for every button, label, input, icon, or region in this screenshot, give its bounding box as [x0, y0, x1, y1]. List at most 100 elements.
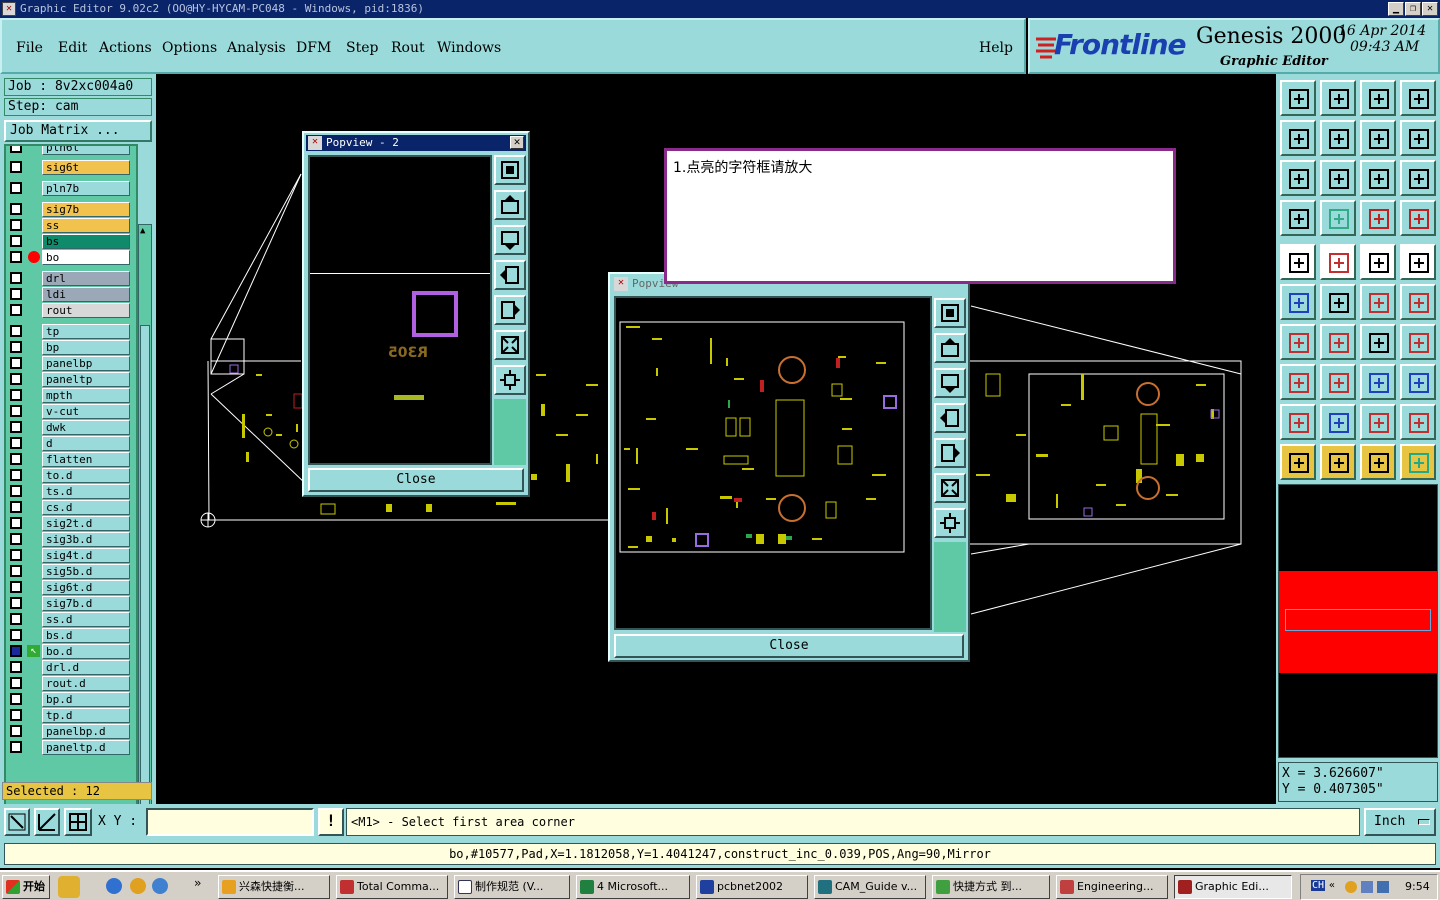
task-3[interactable]: 制作规范 (V...	[454, 875, 570, 899]
task-7[interactable]: 快捷方式 到...	[932, 875, 1050, 899]
layer-checkbox[interactable]	[10, 677, 22, 689]
quicklaunch-more-icon[interactable]: »	[194, 876, 201, 890]
layer-row[interactable]: ↖ bo.d	[8, 644, 130, 659]
ruler-tool-button[interactable]	[1360, 244, 1396, 280]
layer-name[interactable]: sig6t	[42, 160, 130, 175]
layer-row[interactable]: dwk	[8, 420, 130, 435]
layer-checkbox[interactable]	[10, 288, 22, 300]
route-tool-button[interactable]	[1400, 444, 1436, 480]
select-tool-button[interactable]	[1280, 244, 1316, 280]
layer-row[interactable]: bs	[8, 234, 130, 249]
layer-checkbox[interactable]	[10, 453, 22, 465]
overview-view-rect[interactable]	[1285, 609, 1431, 631]
layer-name[interactable]: sig6t.d	[42, 580, 130, 595]
add-pad-tool-button[interactable]	[1400, 284, 1436, 320]
layer-checkbox[interactable]	[10, 725, 22, 737]
layer-checkbox[interactable]	[10, 549, 22, 561]
layer-name[interactable]: ss.d	[42, 612, 130, 627]
tray-display-icon[interactable]	[1377, 881, 1389, 893]
layer-name[interactable]: to.d	[42, 468, 130, 483]
close-window-button[interactable]: ✕	[1422, 2, 1438, 16]
layer-checkbox[interactable]	[10, 357, 22, 369]
layer-checkbox[interactable]	[10, 161, 22, 173]
layer-checkbox[interactable]	[10, 565, 22, 577]
menu-options[interactable]: Options	[162, 40, 217, 56]
task-5[interactable]: pcbnet2002	[696, 875, 808, 899]
query-button[interactable]	[1400, 160, 1436, 196]
menu-step[interactable]: Step	[346, 40, 378, 56]
layer-name[interactable]: rout	[42, 303, 130, 318]
layer-name[interactable]: paneltp	[42, 372, 130, 387]
zoom-house-button[interactable]	[1360, 80, 1396, 116]
layer-name[interactable]: d	[42, 436, 130, 451]
layer-name[interactable]: pln7b	[42, 181, 130, 196]
popview-3-close-button[interactable]: Close	[614, 634, 964, 658]
task-4[interactable]: 4 Microsoft...	[576, 875, 690, 899]
zoom-home-button[interactable]	[1280, 80, 1316, 116]
pad-tool-button[interactable]	[1360, 284, 1396, 320]
outline-tool-button[interactable]	[1320, 404, 1356, 440]
job-matrix-button[interactable]: Job Matrix ...	[4, 120, 152, 142]
layer-row[interactable]: ts.d	[8, 484, 130, 499]
layer-name[interactable]: paneltp.d	[42, 740, 130, 755]
layer-name[interactable]: v-cut	[42, 404, 130, 419]
layer-name[interactable]: ts.d	[42, 484, 130, 499]
layer-row[interactable]: bs.d	[8, 628, 130, 643]
layer-name[interactable]: drl.d	[42, 660, 130, 675]
popview-3-window[interactable]: ✕ Popview Close	[608, 272, 970, 662]
tray-network-icon[interactable]	[1361, 881, 1373, 893]
measure-button[interactable]	[34, 808, 60, 836]
layer-row[interactable]: sig7b.d	[8, 596, 130, 611]
layer-checkbox[interactable]	[10, 182, 22, 194]
layer-name[interactable]: bs	[42, 234, 130, 249]
layer-row[interactable]: mpth	[8, 388, 130, 403]
quicklaunch-browser-icon[interactable]	[152, 878, 168, 894]
layer-name[interactable]: sig4t.d	[42, 548, 130, 563]
layer-checkbox[interactable]	[10, 219, 22, 231]
layer-checkbox[interactable]	[10, 389, 22, 401]
layer-row[interactable]: sig3b.d	[8, 532, 130, 547]
alert-button[interactable]: !	[318, 808, 344, 836]
pan-up-button[interactable]	[494, 190, 526, 220]
layer-checkbox[interactable]	[10, 251, 22, 263]
grid-button[interactable]	[64, 808, 92, 836]
popview-2-close-icon[interactable]: ✕	[510, 136, 524, 149]
layer-row[interactable]: sig4t.d	[8, 548, 130, 563]
xy-input[interactable]	[146, 808, 314, 836]
layer-name[interactable]: tp	[42, 324, 130, 339]
edit-pointer-button[interactable]	[1320, 444, 1356, 480]
maximize-button[interactable]: ❐	[1405, 2, 1421, 16]
connect-tool-button[interactable]	[1280, 284, 1316, 320]
layer-checkbox[interactable]	[10, 501, 22, 513]
layer-checkbox[interactable]	[10, 709, 22, 721]
menu-file[interactable]: File	[16, 40, 43, 56]
layer-row[interactable]: bp.d	[8, 692, 130, 707]
minimize-button[interactable]: ▁	[1388, 2, 1404, 16]
task-9-active[interactable]: Graphic Edi...	[1174, 875, 1292, 899]
shape-tool-button[interactable]	[1400, 364, 1436, 400]
layer-name[interactable]: flatten	[42, 452, 130, 467]
layer-row[interactable]: tp.d	[8, 708, 130, 723]
layer-name[interactable]: panelbp.d	[42, 724, 130, 739]
layer-checkbox[interactable]	[10, 235, 22, 247]
layer-row[interactable]: rout.d	[8, 676, 130, 691]
layer-row[interactable]: sig5b.d	[8, 564, 130, 579]
layer-row[interactable]: paneltp	[8, 372, 130, 387]
zoom-in-button[interactable]	[1320, 80, 1356, 116]
triangle-tool-button[interactable]	[1280, 404, 1316, 440]
scroll-up-icon[interactable]: ▲	[140, 226, 150, 236]
layer-list-scrollbar[interactable]: ▲	[138, 224, 152, 865]
quicklaunch-clock-icon[interactable]	[130, 878, 146, 894]
pan-right-button[interactable]	[494, 295, 526, 325]
layer-checkbox[interactable]	[10, 304, 22, 316]
layer-row[interactable]: sig6t.d	[8, 580, 130, 595]
layer-name[interactable]: sig7b.d	[42, 596, 130, 611]
layer-checkbox[interactable]	[10, 325, 22, 337]
layer-tool-b-button[interactable]	[1400, 200, 1436, 236]
layer-name[interactable]: mpth	[42, 388, 130, 403]
layer-row[interactable]: ldi	[8, 287, 130, 302]
layer-name[interactable]: bs.d	[42, 628, 130, 643]
layer-name[interactable]: panelbp	[42, 356, 130, 371]
sync-button[interactable]	[1400, 120, 1436, 156]
popview-3-pan-up-button[interactable]	[934, 333, 966, 363]
